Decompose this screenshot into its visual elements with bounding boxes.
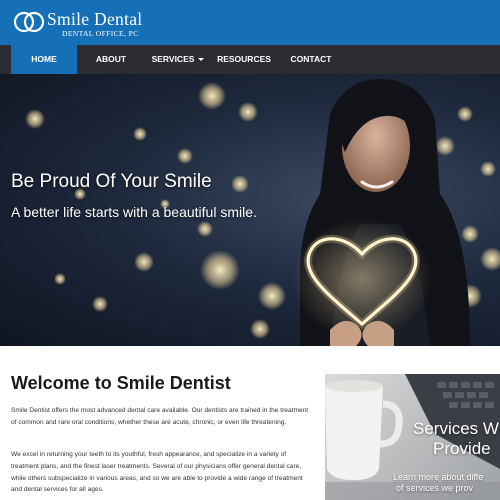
nav-about[interactable]: ABOUT xyxy=(85,45,137,74)
services-title: Services W Provide xyxy=(413,419,499,459)
nav-about-label: ABOUT xyxy=(95,54,127,64)
nav-home[interactable]: HOME xyxy=(11,45,77,74)
services-description-line1: Learn more about diffe xyxy=(393,472,484,482)
nav-resources-label: RESOURCES xyxy=(217,54,271,64)
welcome-paragraph: We excel in returning your teeth to its … xyxy=(11,451,303,494)
double-ring-logo-icon xyxy=(13,11,45,33)
brand-name: Smile Dental xyxy=(47,9,143,29)
nav-contact[interactable]: CONTACT xyxy=(283,45,339,74)
chevron-down-icon xyxy=(198,58,205,62)
brand-subtitle: DENTAL OFFICE, PC xyxy=(62,29,139,38)
services-card[interactable]: Services W Provide Learn more about diff… xyxy=(325,374,500,500)
site-header: Smile Dental DENTAL OFFICE, PC xyxy=(0,0,500,45)
welcome-paragraph: Smile Dentist offers the most advanced d… xyxy=(11,407,309,426)
nav-services[interactable]: SERVICES xyxy=(148,45,208,74)
nav-services-label: SERVICES xyxy=(151,54,195,64)
nav-home-label: HOME xyxy=(31,54,57,64)
hero-banner: Be Proud Of Your Smile A better life sta… xyxy=(0,74,500,346)
nav-resources[interactable]: RESOURCES xyxy=(214,45,274,74)
services-title-line1: Services W xyxy=(413,419,499,438)
nav-contact-label: CONTACT xyxy=(290,54,332,64)
welcome-heading: Welcome to Smile Dentist xyxy=(11,373,231,393)
services-description-line2: of services we prov xyxy=(396,483,474,493)
services-description: Learn more about diffe of services we pr… xyxy=(393,472,483,494)
main-navigation: HOME ABOUT SERVICES RESOURCES CONTACT xyxy=(0,45,500,74)
hero-title: Be Proud Of Your Smile xyxy=(11,171,212,192)
services-title-line2: Provide xyxy=(433,439,491,458)
hero-subtitle: A better life starts with a beautiful sm… xyxy=(11,204,257,220)
